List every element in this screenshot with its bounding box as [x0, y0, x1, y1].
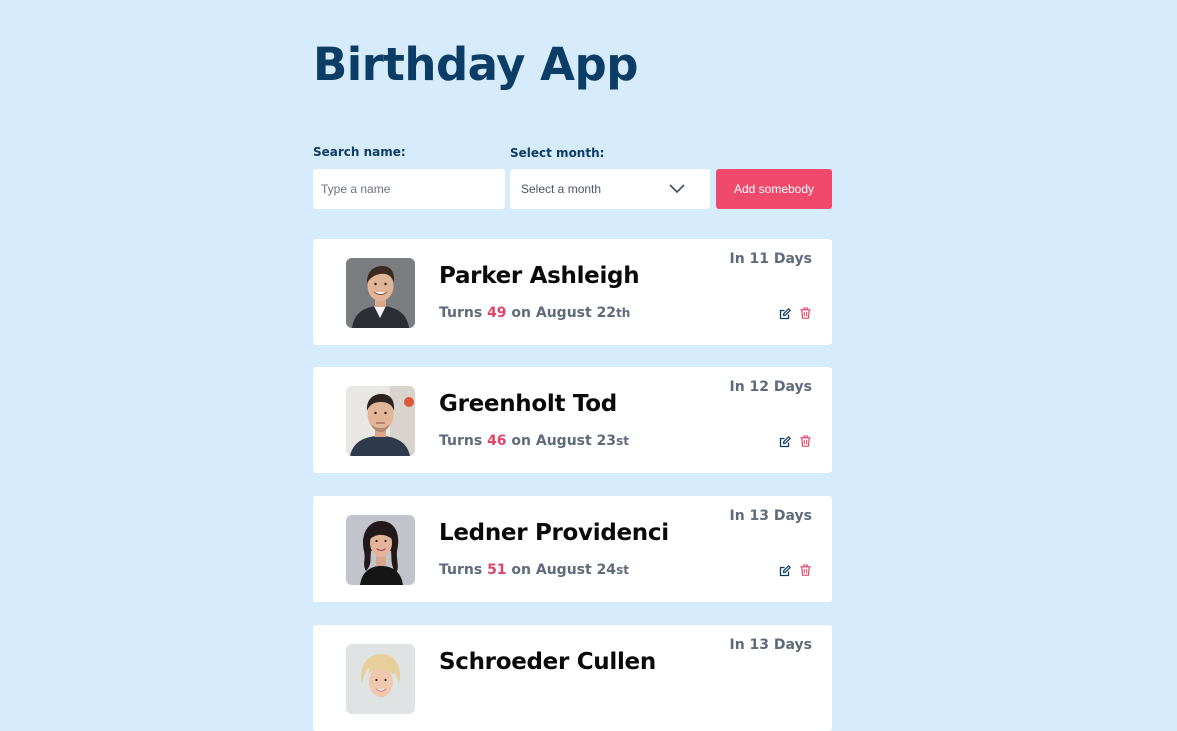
- birthday-date: on August 22: [511, 305, 617, 321]
- date-suffix: st: [616, 563, 629, 577]
- month-select-placeholder: Select a month: [521, 182, 602, 196]
- days-until-badge: In 12 Days: [729, 379, 812, 395]
- edit-icon[interactable]: [779, 436, 791, 448]
- select-month-label: Select month:: [510, 146, 605, 160]
- chevron-down-icon: [669, 184, 685, 193]
- search-name-input[interactable]: [313, 169, 505, 209]
- person-name: Ledner Providenci: [439, 520, 669, 546]
- date-suffix: st: [616, 434, 629, 448]
- trash-icon[interactable]: [800, 564, 811, 576]
- days-until-badge: In 13 Days: [729, 508, 812, 524]
- birthday-details: Turns 51 on August 24st: [439, 562, 629, 578]
- trash-icon[interactable]: [800, 307, 811, 319]
- days-until-badge: In 11 Days: [729, 251, 812, 267]
- avatar: [346, 386, 415, 456]
- date-suffix: th: [616, 306, 631, 320]
- person-name: Schroeder Cullen: [439, 649, 656, 675]
- avatar: [346, 515, 415, 585]
- age-value: 49: [487, 305, 507, 321]
- person-name: Greenholt Tod: [439, 391, 617, 417]
- birthday-card: Schroeder Cullen In 13 Days: [313, 625, 832, 731]
- birthday-details: Turns 46 on August 23st: [439, 433, 629, 449]
- search-name-label: Search name:: [313, 145, 406, 159]
- age-value: 51: [487, 562, 507, 578]
- days-until-badge: In 13 Days: [729, 637, 812, 653]
- edit-icon[interactable]: [779, 308, 791, 320]
- turns-label: Turns: [439, 305, 483, 321]
- turns-label: Turns: [439, 562, 483, 578]
- month-select[interactable]: Select a month: [510, 169, 710, 209]
- birthday-date: on August 23: [511, 433, 617, 449]
- birthday-card: Parker Ashleigh Turns 49 on August 22th …: [313, 239, 832, 345]
- turns-label: Turns: [439, 433, 483, 449]
- birthday-date: on August 24: [511, 562, 617, 578]
- birthday-card: Ledner Providenci Turns 51 on August 24s…: [313, 496, 832, 602]
- add-somebody-button[interactable]: Add somebody: [716, 169, 832, 209]
- person-name: Parker Ashleigh: [439, 263, 640, 289]
- birthday-details: Turns 49 on August 22th: [439, 305, 630, 321]
- page-title: Birthday App: [313, 38, 638, 91]
- avatar: [346, 644, 415, 714]
- age-value: 46: [487, 433, 507, 449]
- avatar: [346, 258, 415, 328]
- birthday-card: Greenholt Tod Turns 46 on August 23st In…: [313, 367, 832, 473]
- trash-icon[interactable]: [800, 435, 811, 447]
- edit-icon[interactable]: [779, 565, 791, 577]
